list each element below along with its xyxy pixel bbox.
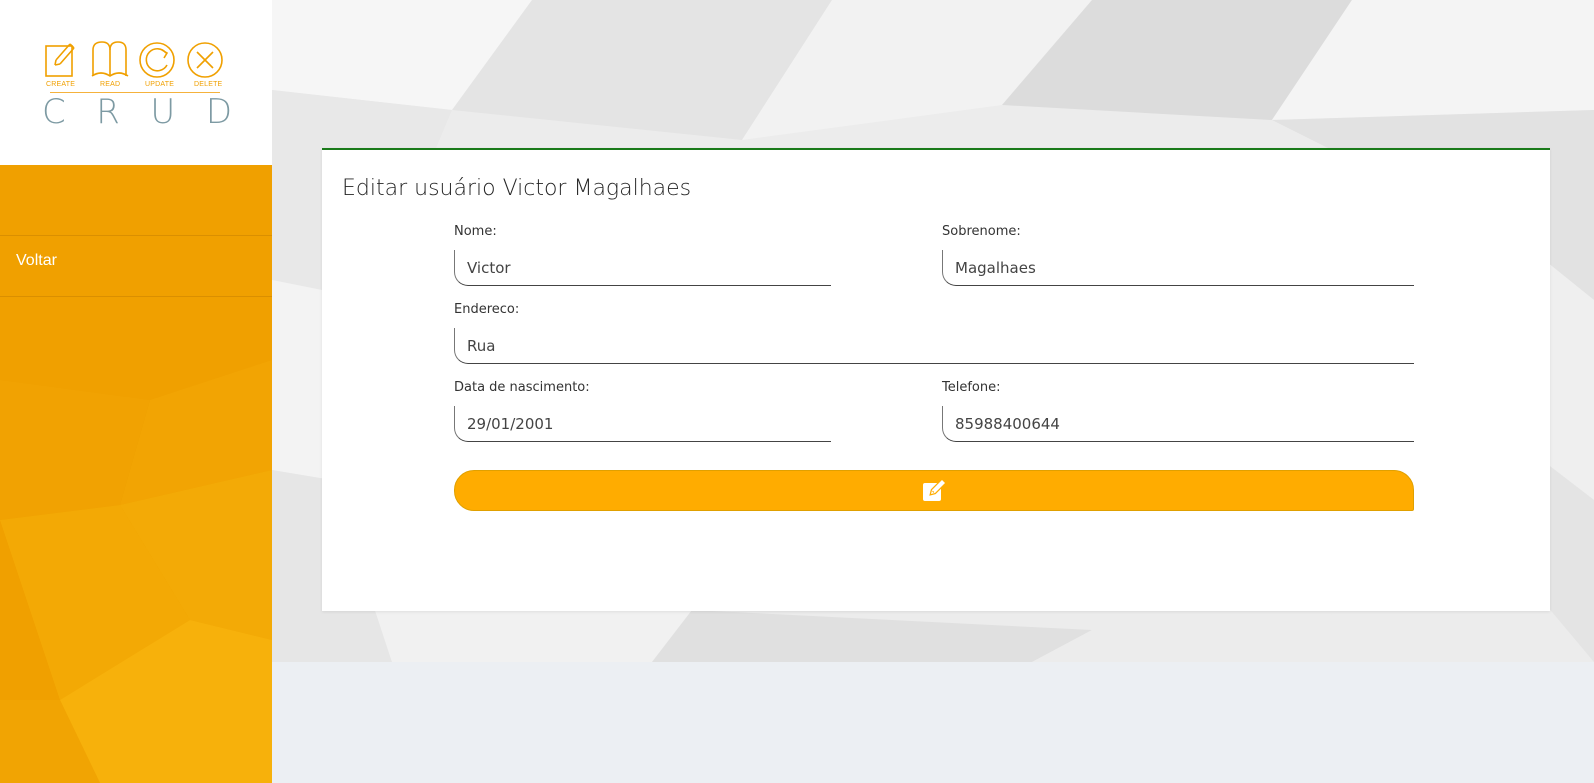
nome-input[interactable] <box>454 250 831 286</box>
sobrenome-input[interactable] <box>942 250 1414 286</box>
logo-caption-create: CREATE <box>46 81 76 88</box>
read-icon <box>91 41 129 77</box>
sidebar-nav: Voltar <box>0 235 272 297</box>
logo-caption-read: READ <box>100 81 121 88</box>
endereco-label: Endereco: <box>454 302 520 317</box>
sobrenome-label: Sobrenome: <box>942 224 1021 239</box>
telefone-label: Telefone: <box>942 380 1001 395</box>
edit-icon <box>923 477 947 501</box>
logo-letter-c: C <box>42 92 66 132</box>
sidebar: CREATE READ UPDATE DELETE C R U D Voltar <box>0 0 272 783</box>
logo: CREATE READ UPDATE DELETE C R U D <box>0 0 272 165</box>
logo-letter-r: R <box>96 92 120 132</box>
page-title: Editar usuário Victor Magalhaes <box>342 176 692 201</box>
sidebar-item-voltar[interactable]: Voltar <box>16 252 57 270</box>
save-edit-button[interactable] <box>454 470 1414 511</box>
edit-user-card: Editar usuário Victor Magalhaes Nome: So… <box>322 148 1550 611</box>
logo-caption-update: UPDATE <box>145 81 175 88</box>
nome-label: Nome: <box>454 224 497 239</box>
logo-letter-u: U <box>150 92 176 132</box>
nascimento-input[interactable] <box>454 406 831 442</box>
nascimento-label: Data de nascimento: <box>454 380 590 395</box>
telefone-input[interactable] <box>942 406 1414 442</box>
logo-letter-d: D <box>205 92 232 132</box>
logo-caption-delete: DELETE <box>194 81 223 88</box>
main-content: Editar usuário Victor Magalhaes Nome: So… <box>272 0 1594 783</box>
endereco-input[interactable] <box>454 328 1414 364</box>
main-footer-area <box>272 662 1594 783</box>
create-icon <box>45 43 75 77</box>
logo-wordmark: C R U D <box>42 92 232 132</box>
update-icon <box>139 42 175 78</box>
delete-icon <box>187 42 223 78</box>
